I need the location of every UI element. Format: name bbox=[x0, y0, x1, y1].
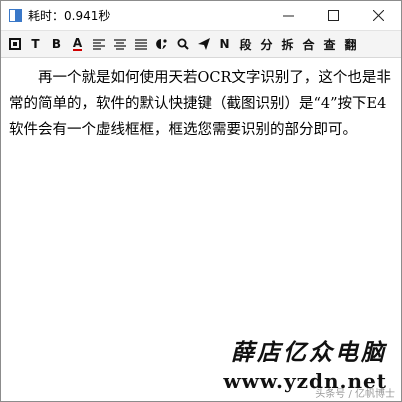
minimize-button[interactable] bbox=[266, 1, 311, 30]
copy-icon bbox=[8, 38, 21, 50]
search-icon bbox=[177, 38, 189, 50]
paragraph-button[interactable]: 段 bbox=[236, 33, 255, 55]
translate-button[interactable]: 翻 bbox=[341, 33, 360, 55]
window-controls bbox=[266, 1, 401, 30]
align-justify-button[interactable] bbox=[131, 33, 150, 55]
close-icon bbox=[373, 10, 384, 21]
palette-button[interactable] bbox=[152, 33, 171, 55]
align-center-button[interactable] bbox=[110, 33, 129, 55]
bold-button[interactable]: B bbox=[47, 33, 66, 55]
recognized-text[interactable]: 再一个就是如何使用天若OCR文字识别了，这个也是非常的简单的，软件的默认快捷键（… bbox=[5, 63, 397, 143]
send-button[interactable] bbox=[194, 33, 213, 55]
align-justify-icon bbox=[134, 38, 147, 50]
window-title: 耗时：0.941秒 bbox=[28, 9, 111, 23]
align-left-button[interactable] bbox=[89, 33, 108, 55]
align-left-icon bbox=[92, 38, 105, 50]
merge-button[interactable]: 合 bbox=[299, 33, 318, 55]
send-icon bbox=[197, 38, 210, 50]
maximize-button[interactable] bbox=[311, 1, 356, 30]
break-button[interactable]: 拆 bbox=[278, 33, 297, 55]
align-center-icon bbox=[113, 38, 126, 50]
font-color-label: A bbox=[72, 36, 83, 51]
split-button[interactable]: 分 bbox=[257, 33, 276, 55]
palette-icon bbox=[156, 39, 167, 49]
ocr-result-window: 耗时：0.941秒 T B A N 段 分 拆 合 查 翻 再一个就是如何使用天… bbox=[0, 0, 402, 402]
watermark-sub: 头条号 / 亿帆博士 bbox=[315, 389, 395, 400]
watermark-brand: 薛店亿众电脑 bbox=[231, 339, 387, 366]
font-color-button[interactable]: A bbox=[68, 33, 87, 55]
n-button[interactable]: N bbox=[215, 33, 234, 55]
search-button[interactable] bbox=[173, 33, 192, 55]
close-button[interactable] bbox=[356, 1, 401, 30]
app-icon bbox=[9, 9, 22, 22]
title-bar[interactable]: 耗时：0.941秒 bbox=[1, 1, 401, 30]
maximize-icon bbox=[328, 10, 339, 21]
watermark: 薛店亿众电脑 www.yzdn.net bbox=[223, 333, 387, 393]
toolbar: T B A N 段 分 拆 合 查 翻 bbox=[1, 30, 401, 58]
text-type-button[interactable]: T bbox=[26, 33, 45, 55]
minimize-icon bbox=[283, 15, 294, 17]
lookup-button[interactable]: 查 bbox=[320, 33, 339, 55]
copy-button[interactable] bbox=[5, 33, 24, 55]
